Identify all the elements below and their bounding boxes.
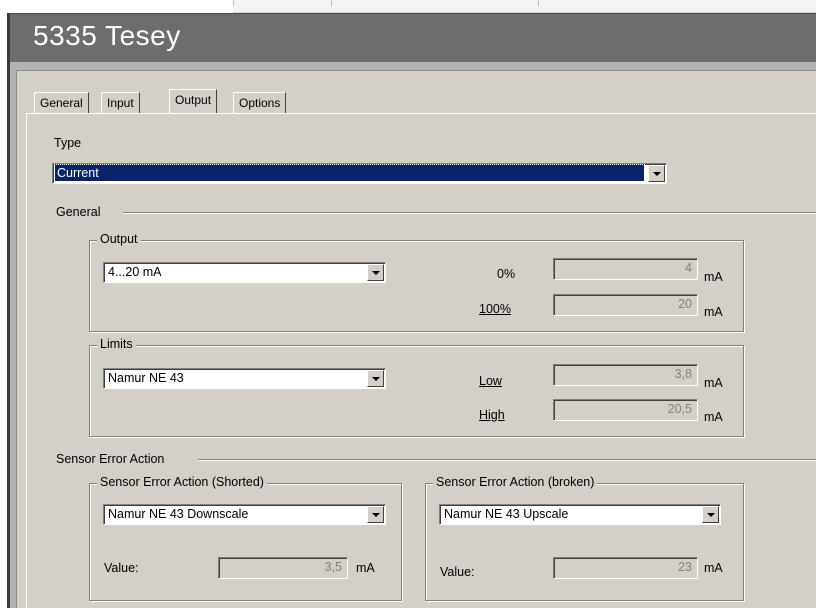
shorted-value-label: Value:: [104, 561, 139, 575]
chevron-down-icon: [372, 513, 380, 517]
type-label: Type: [54, 136, 82, 150]
broken-action-select[interactable]: Namur NE 43 Upscale: [439, 504, 721, 525]
limits-select-value: Namur NE 43: [108, 371, 184, 385]
broken-action-dropdown-button[interactable]: [702, 506, 719, 523]
limits-high-field[interactable]: 20,5: [553, 399, 698, 421]
limits-low-field[interactable]: 3,8: [553, 364, 698, 386]
output-range-select[interactable]: 4...20 mA: [103, 262, 386, 283]
limits-dropdown-button[interactable]: [367, 370, 384, 387]
shorted-action-dropdown-button[interactable]: [367, 506, 384, 523]
tab-options[interactable]: Options: [233, 92, 287, 113]
output-range-dropdown-button[interactable]: [367, 264, 384, 281]
top-ruler-strip: [233, 0, 816, 13]
limits-low-label: Low: [479, 374, 502, 388]
broken-value-label: Value:: [440, 565, 475, 579]
output-0pct-field[interactable]: 4: [553, 258, 698, 280]
sensor-error-section-label: Sensor Error Action: [56, 452, 165, 466]
limits-select[interactable]: Namur NE 43: [103, 368, 386, 389]
type-dropdown-button[interactable]: [648, 165, 665, 182]
sensor-error-divider: [198, 459, 816, 461]
output-100pct-unit: mA: [704, 305, 723, 319]
output-100pct-field[interactable]: 20: [553, 294, 698, 316]
shorted-action-select[interactable]: Namur NE 43 Downscale: [103, 504, 386, 525]
limits-group: [89, 345, 744, 437]
device-title-bar: 5335 Tesey: [7, 13, 816, 62]
output-group-label: Output: [97, 232, 141, 246]
shorted-action-value: Namur NE 43 Downscale: [108, 507, 249, 521]
chevron-down-icon: [653, 172, 661, 176]
output-group: [89, 240, 744, 332]
type-select-value: Current: [54, 164, 645, 182]
broken-group: [425, 483, 744, 601]
tab-general[interactable]: General: [34, 92, 89, 113]
type-select[interactable]: Current: [52, 163, 667, 184]
limits-high-label: High: [479, 408, 505, 422]
output-range-value: 4...20 mA: [108, 265, 162, 279]
limits-low-unit: mA: [704, 376, 723, 390]
limits-high-unit: mA: [704, 410, 723, 424]
broken-value-unit: mA: [704, 561, 723, 575]
broken-group-label: Sensor Error Action (broken): [433, 475, 598, 489]
tab-output[interactable]: Output: [169, 89, 218, 113]
broken-value-field[interactable]: 23: [553, 557, 698, 579]
shorted-group: [89, 483, 402, 601]
tab-input[interactable]: Input: [101, 92, 140, 113]
shorted-group-label: Sensor Error Action (Shorted): [97, 475, 267, 489]
chevron-down-icon: [372, 271, 380, 275]
output-0pct-unit: mA: [704, 270, 723, 284]
general-divider: [123, 212, 816, 214]
device-title: 5335 Tesey: [33, 20, 181, 51]
limits-group-label: Limits: [97, 337, 136, 351]
chevron-down-icon: [707, 513, 715, 517]
shorted-value-unit: mA: [356, 561, 375, 575]
general-section-label: General: [56, 205, 101, 219]
chevron-down-icon: [372, 377, 380, 381]
broken-action-value: Namur NE 43 Upscale: [444, 507, 569, 521]
shorted-value-field[interactable]: 3,5: [218, 557, 348, 579]
output-100pct-label: 100%: [479, 302, 511, 316]
output-0pct-label: 0%: [497, 267, 516, 281]
